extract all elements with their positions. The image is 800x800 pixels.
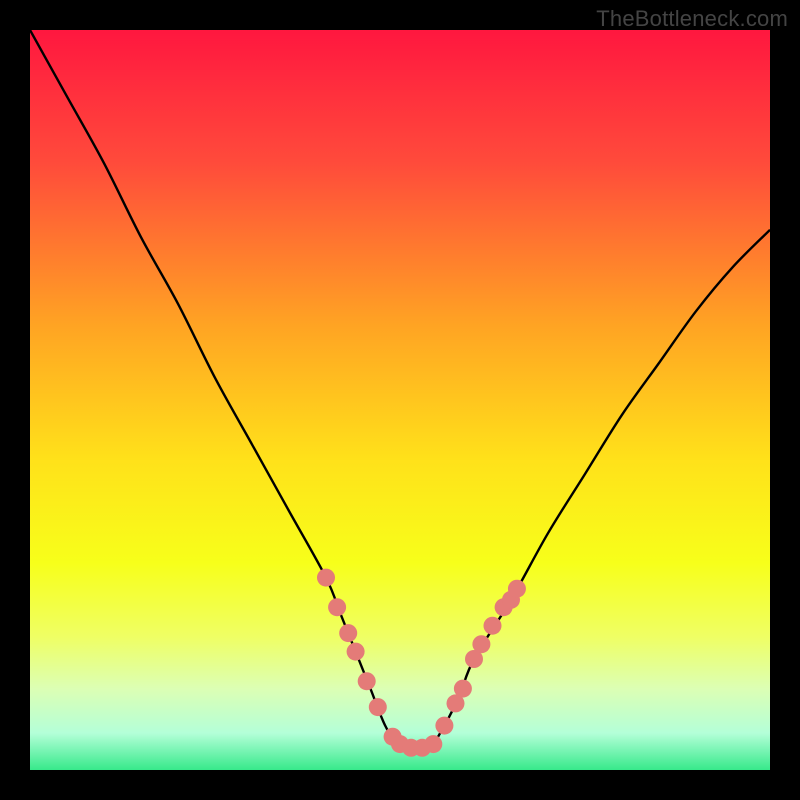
attribution-label: TheBottleneck.com bbox=[596, 6, 788, 32]
curve-marker bbox=[317, 569, 335, 587]
curve-marker bbox=[472, 635, 490, 653]
curve-marker bbox=[347, 643, 365, 661]
curve-marker bbox=[508, 580, 526, 598]
curve-markers bbox=[317, 569, 526, 757]
chart-stage: TheBottleneck.com bbox=[0, 0, 800, 800]
curve-marker bbox=[454, 680, 472, 698]
plot-area bbox=[30, 30, 770, 770]
bottleneck-curve bbox=[30, 30, 770, 749]
curve-marker bbox=[435, 717, 453, 735]
curve-marker bbox=[328, 598, 346, 616]
curve-marker bbox=[424, 735, 442, 753]
chart-curve-layer bbox=[30, 30, 770, 770]
curve-marker bbox=[369, 698, 387, 716]
curve-marker bbox=[484, 617, 502, 635]
curve-marker bbox=[358, 672, 376, 690]
curve-marker bbox=[339, 624, 357, 642]
